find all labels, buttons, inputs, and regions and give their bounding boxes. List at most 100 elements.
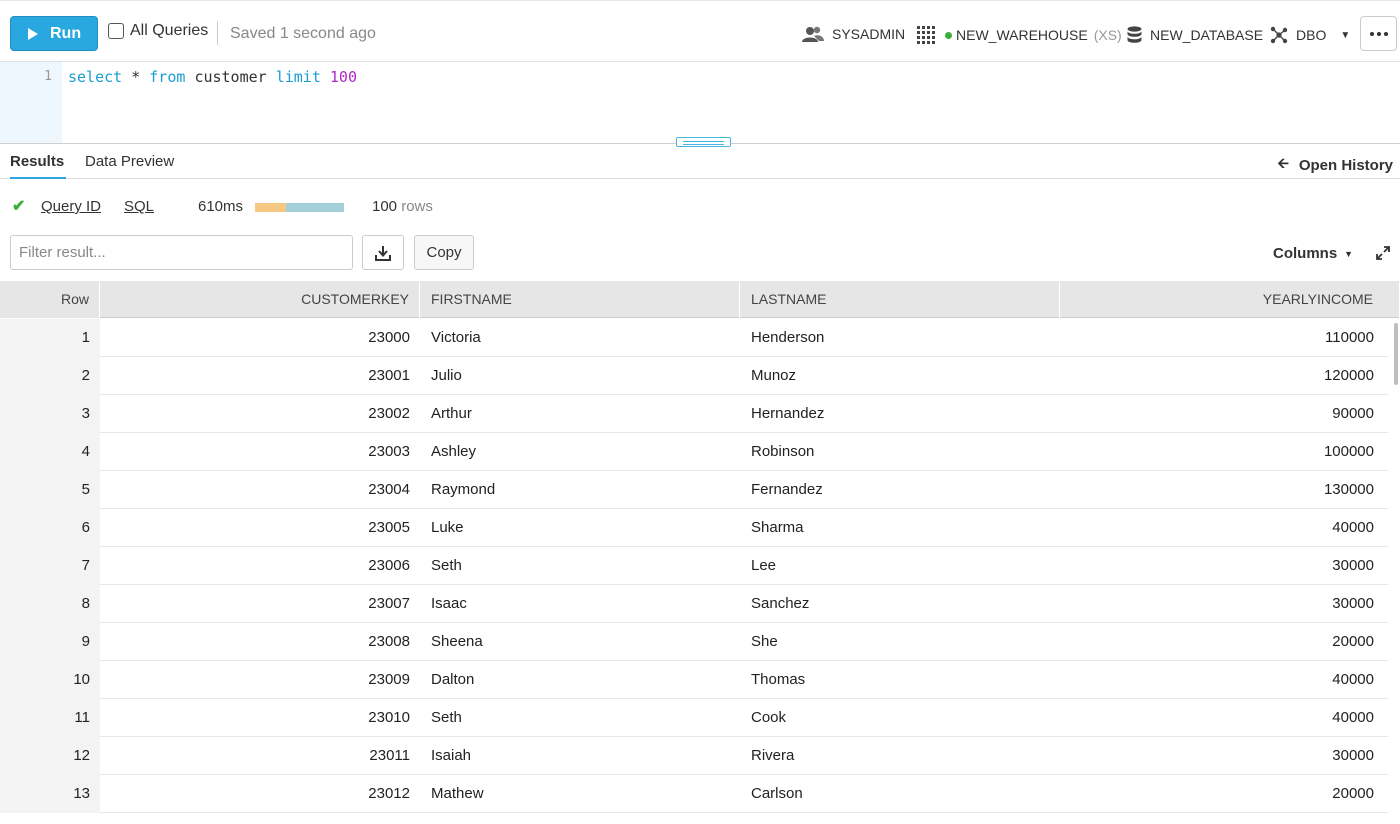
cell-lastname[interactable]: Henderson [740, 319, 1060, 357]
table-row[interactable]: 5 23004 Raymond Fernandez 130000 [0, 471, 1388, 509]
query-id-link[interactable]: Query ID [41, 198, 101, 215]
tab-data-preview[interactable]: Data Preview [85, 153, 174, 170]
cell-yearlyincome[interactable]: 30000 [1060, 547, 1388, 585]
cell-yearlyincome[interactable]: 40000 [1060, 699, 1388, 737]
cell-customerkey[interactable]: 23008 [100, 623, 420, 661]
warehouse-selector[interactable]: NEW_WAREHOUSE (XS) [917, 26, 1122, 44]
cell-firstname[interactable]: Sheena [420, 623, 740, 661]
table-row[interactable]: 8 23007 Isaac Sanchez 30000 [0, 585, 1388, 623]
cell-customerkey[interactable]: 23000 [100, 319, 420, 357]
cell-firstname[interactable]: Arthur [420, 395, 740, 433]
run-button[interactable]: Run [10, 16, 98, 51]
cell-yearlyincome[interactable]: 30000 [1060, 585, 1388, 623]
cell-lastname[interactable]: Lee [740, 547, 1060, 585]
sql-link[interactable]: SQL [124, 198, 154, 215]
table-row[interactable]: 2 23001 Julio Munoz 120000 [0, 357, 1388, 395]
header-lastname[interactable]: LASTNAME [740, 281, 1060, 318]
sql-editor[interactable]: 1 select * from customer limit 100 [0, 62, 1400, 144]
header-yearlyincome[interactable]: YEARLYINCOME [1060, 281, 1400, 318]
header-row[interactable]: Row [0, 281, 100, 318]
cell-customerkey[interactable]: 23003 [100, 433, 420, 471]
cell-yearlyincome[interactable]: 120000 [1060, 357, 1388, 395]
cell-firstname[interactable]: Luke [420, 509, 740, 547]
cell-row-number[interactable]: 10 [0, 661, 100, 699]
cell-row-number[interactable]: 4 [0, 433, 100, 471]
columns-dropdown[interactable]: Columns ▼ [1273, 245, 1353, 262]
schema-selector[interactable]: DBO ▼ [1270, 26, 1350, 44]
all-queries-toggle[interactable]: All Queries [108, 22, 208, 40]
cell-lastname[interactable]: Robinson [740, 433, 1060, 471]
cell-lastname[interactable]: Cook [740, 699, 1060, 737]
filter-result-input[interactable] [10, 235, 353, 270]
cell-row-number[interactable]: 5 [0, 471, 100, 509]
cell-firstname[interactable]: Dalton [420, 661, 740, 699]
cell-row-number[interactable]: 7 [0, 547, 100, 585]
cell-firstname[interactable]: Ashley [420, 433, 740, 471]
more-options-button[interactable] [1360, 16, 1397, 51]
table-scrollbar[interactable] [1394, 323, 1398, 385]
code-line[interactable]: select * from customer limit 100 [68, 68, 357, 86]
cell-firstname[interactable]: Seth [420, 547, 740, 585]
all-queries-checkbox[interactable] [108, 23, 124, 39]
cell-customerkey[interactable]: 23006 [100, 547, 420, 585]
header-firstname[interactable]: FIRSTNAME [420, 281, 740, 318]
cell-customerkey[interactable]: 23004 [100, 471, 420, 509]
open-history-button[interactable]: 🡨 Open History [1277, 153, 1393, 177]
cell-lastname[interactable]: Rivera [740, 737, 1060, 775]
cell-yearlyincome[interactable]: 100000 [1060, 433, 1388, 471]
cell-firstname[interactable]: Isaiah [420, 737, 740, 775]
cell-row-number[interactable]: 13 [0, 775, 100, 813]
cell-customerkey[interactable]: 23012 [100, 775, 420, 813]
download-button[interactable] [362, 235, 404, 270]
cell-firstname[interactable]: Isaac [420, 585, 740, 623]
cell-yearlyincome[interactable]: 40000 [1060, 661, 1388, 699]
cell-lastname[interactable]: She [740, 623, 1060, 661]
cell-row-number[interactable]: 2 [0, 357, 100, 395]
table-row[interactable]: 4 23003 Ashley Robinson 100000 [0, 433, 1388, 471]
table-row[interactable]: 12 23011 Isaiah Rivera 30000 [0, 737, 1388, 775]
cell-row-number[interactable]: 3 [0, 395, 100, 433]
cell-yearlyincome[interactable]: 130000 [1060, 471, 1388, 509]
role-selector[interactable]: SYSADMIN [802, 26, 905, 42]
cell-firstname[interactable]: Julio [420, 357, 740, 395]
database-selector[interactable]: NEW_DATABASE [1127, 26, 1263, 44]
cell-firstname[interactable]: Mathew [420, 775, 740, 813]
cell-row-number[interactable]: 1 [0, 319, 100, 357]
table-row[interactable]: 1 23000 Victoria Henderson 110000 [0, 319, 1388, 357]
cell-firstname[interactable]: Victoria [420, 319, 740, 357]
cell-row-number[interactable]: 6 [0, 509, 100, 547]
expand-icon[interactable] [1376, 246, 1390, 264]
cell-lastname[interactable]: Carlson [740, 775, 1060, 813]
header-customerkey[interactable]: CUSTOMERKEY [100, 281, 420, 318]
cell-firstname[interactable]: Seth [420, 699, 740, 737]
cell-row-number[interactable]: 9 [0, 623, 100, 661]
cell-lastname[interactable]: Fernandez [740, 471, 1060, 509]
cell-yearlyincome[interactable]: 40000 [1060, 509, 1388, 547]
cell-row-number[interactable]: 8 [0, 585, 100, 623]
cell-yearlyincome[interactable]: 20000 [1060, 775, 1388, 813]
cell-yearlyincome[interactable]: 110000 [1060, 319, 1388, 357]
cell-customerkey[interactable]: 23009 [100, 661, 420, 699]
table-row[interactable]: 9 23008 Sheena She 20000 [0, 623, 1388, 661]
tab-results[interactable]: Results [10, 153, 67, 179]
cell-customerkey[interactable]: 23001 [100, 357, 420, 395]
cell-firstname[interactable]: Raymond [420, 471, 740, 509]
cell-lastname[interactable]: Sanchez [740, 585, 1060, 623]
cell-row-number[interactable]: 11 [0, 699, 100, 737]
cell-row-number[interactable]: 12 [0, 737, 100, 775]
cell-yearlyincome[interactable]: 20000 [1060, 623, 1388, 661]
table-row[interactable]: 7 23006 Seth Lee 30000 [0, 547, 1388, 585]
table-row[interactable]: 10 23009 Dalton Thomas 40000 [0, 661, 1388, 699]
cell-yearlyincome[interactable]: 90000 [1060, 395, 1388, 433]
table-row[interactable]: 6 23005 Luke Sharma 40000 [0, 509, 1388, 547]
cell-yearlyincome[interactable]: 30000 [1060, 737, 1388, 775]
table-row[interactable]: 3 23002 Arthur Hernandez 90000 [0, 395, 1388, 433]
table-row[interactable]: 13 23012 Mathew Carlson 20000 [0, 775, 1388, 813]
cell-lastname[interactable]: Thomas [740, 661, 1060, 699]
cell-customerkey[interactable]: 23011 [100, 737, 420, 775]
table-row[interactable]: 11 23010 Seth Cook 40000 [0, 699, 1388, 737]
cell-lastname[interactable]: Hernandez [740, 395, 1060, 433]
cell-customerkey[interactable]: 23002 [100, 395, 420, 433]
cell-lastname[interactable]: Sharma [740, 509, 1060, 547]
copy-button[interactable]: Copy [414, 235, 474, 270]
